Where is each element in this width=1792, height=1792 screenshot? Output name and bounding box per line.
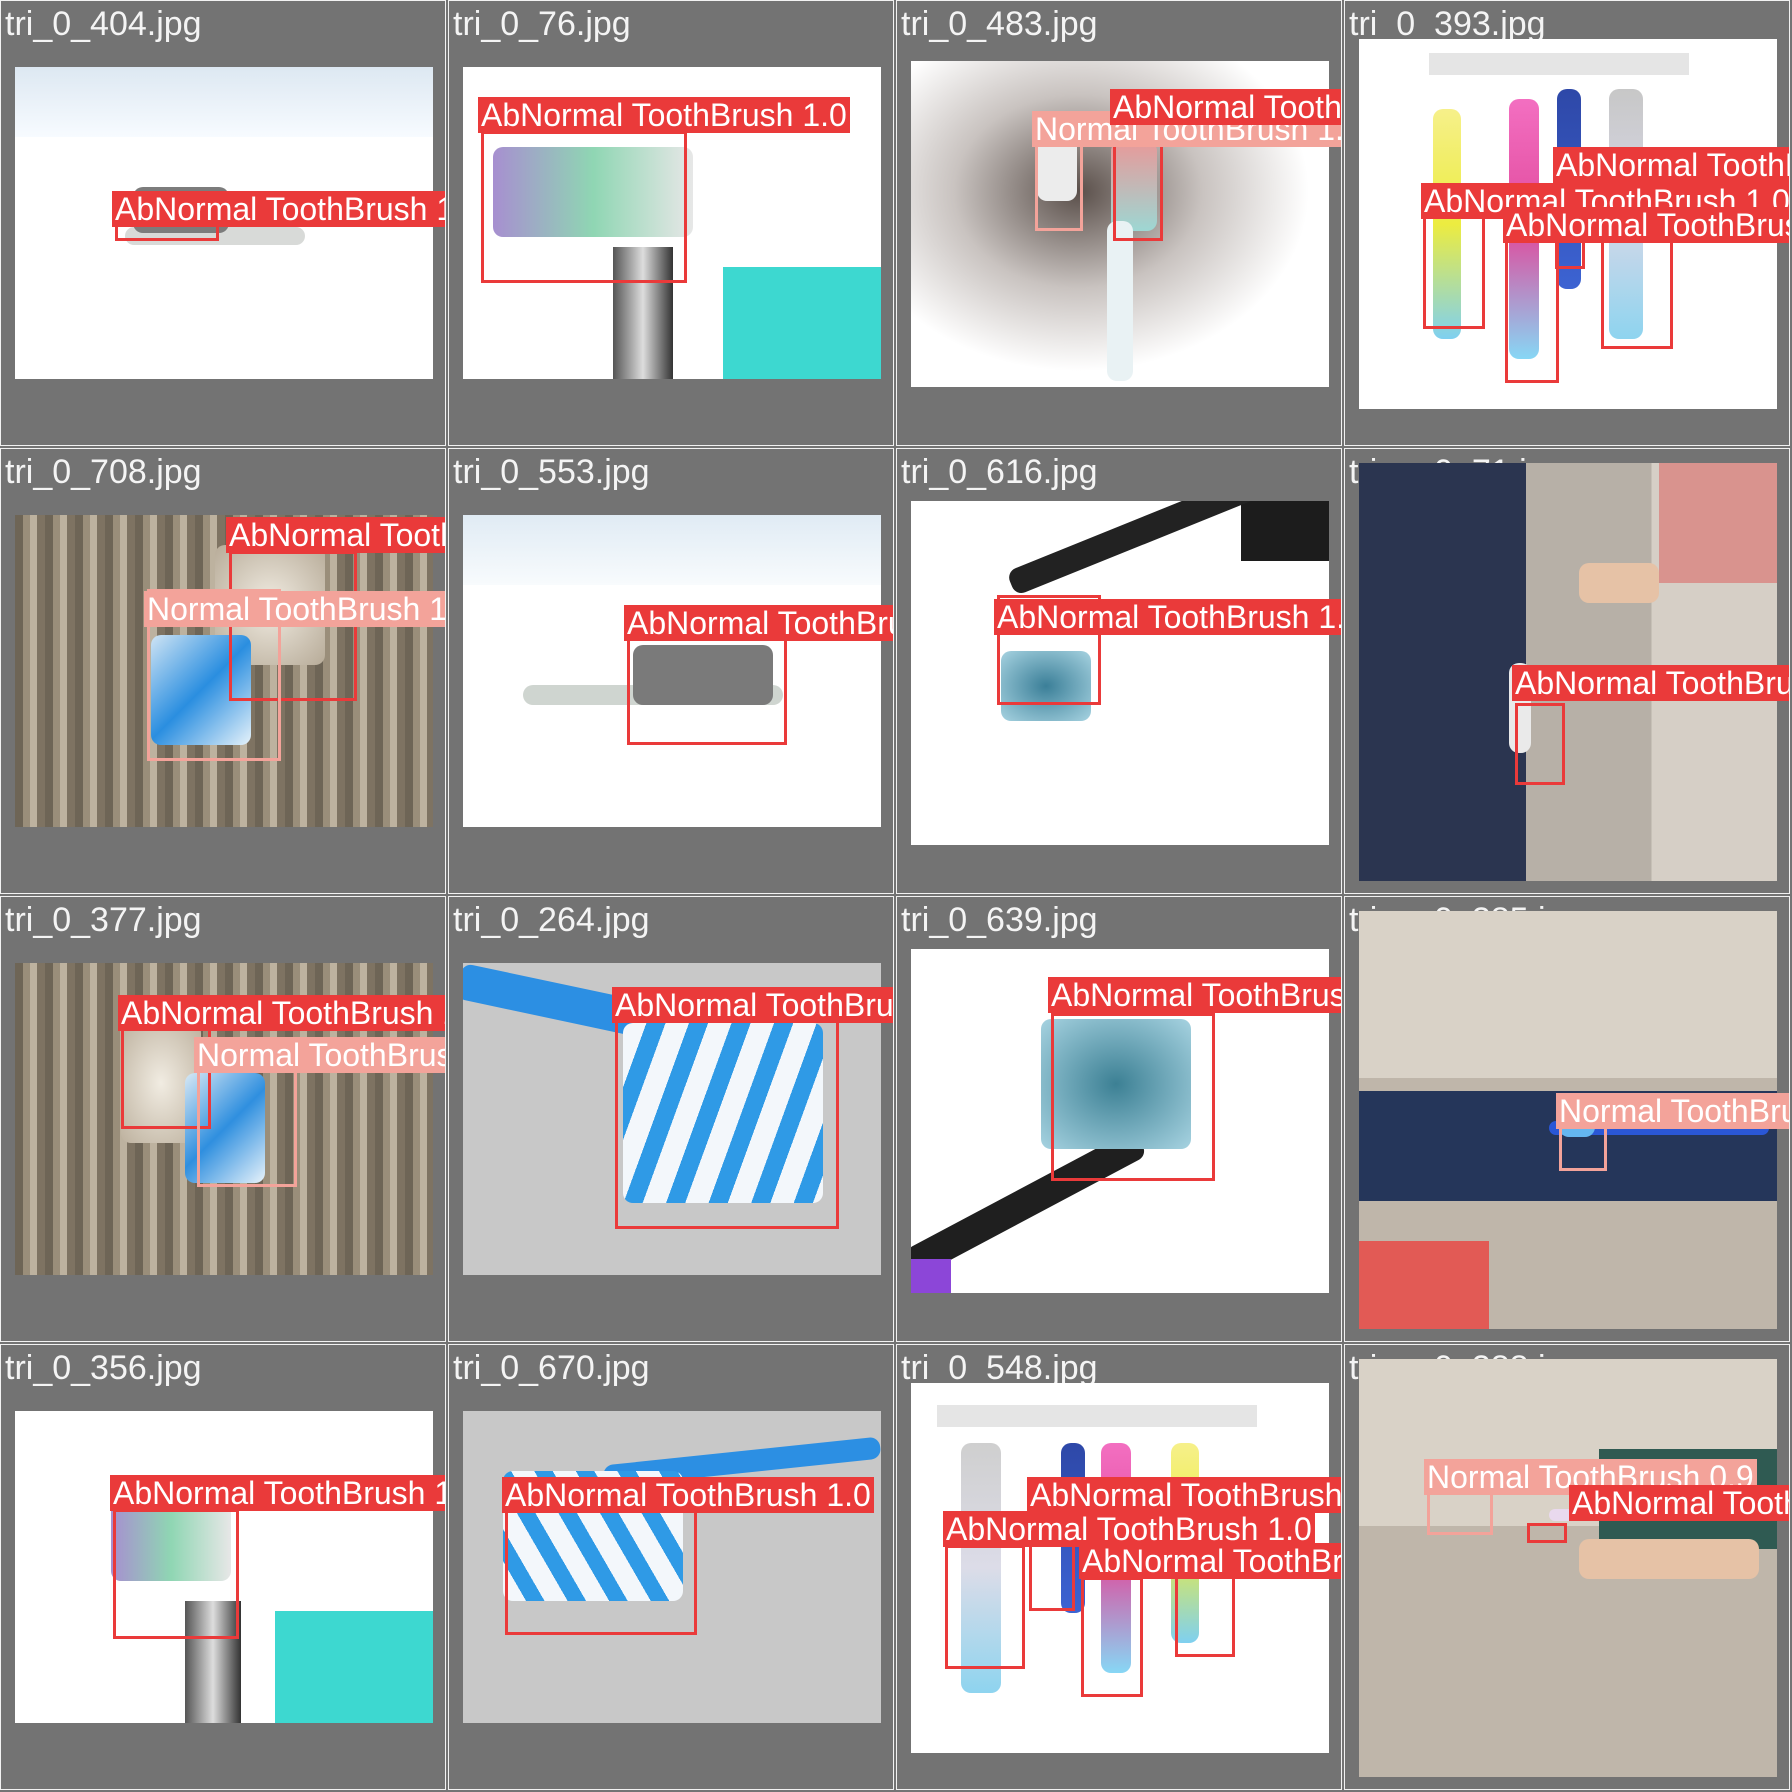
detection-label: AbNormal ToothBrush 1.0 bbox=[502, 1477, 874, 1513]
tile-filename: tri_0_708.jpg bbox=[5, 453, 202, 491]
document-header bbox=[463, 515, 881, 585]
tile: tri_0_377.jpg AbNormal ToothBrush 1.0 No… bbox=[0, 896, 446, 1342]
tile-photo bbox=[1359, 1359, 1777, 1777]
wall-panel bbox=[1659, 463, 1777, 583]
detection-label: Normal ToothBrush 1.0 bbox=[194, 1037, 445, 1073]
detection-box bbox=[1559, 1123, 1607, 1171]
detection-label: AbNormal ToothBrush 1.0 bbox=[624, 605, 893, 641]
detection-label: AbNormal ToothBrush 1.0 bbox=[478, 97, 850, 133]
hand bbox=[1579, 1539, 1759, 1579]
detection-box bbox=[481, 131, 687, 283]
tile-photo bbox=[911, 501, 1329, 845]
detection-label: Normal ToothBrush 1.0 bbox=[144, 591, 445, 627]
detection-box bbox=[615, 1019, 839, 1229]
tile: tri_0_708.jpg AbNormal ToothBrush 1.0 No… bbox=[0, 448, 446, 894]
book bbox=[275, 1611, 433, 1723]
detection-label: AbNormal ToothBrush 1.0 bbox=[994, 599, 1341, 635]
detection-box bbox=[945, 1545, 1025, 1669]
tile: tri_0_76.jpg AbNormal ToothBrush 1.0 bbox=[448, 0, 894, 446]
detection-label: AbNormal ToothBrush 1.0 bbox=[1553, 147, 1789, 183]
hand bbox=[1579, 563, 1659, 603]
tile-filename: tri_0_548.jpg bbox=[901, 1349, 1098, 1387]
detection-box bbox=[113, 1509, 239, 1639]
document-header bbox=[15, 67, 433, 137]
tile-filename: tri_0_264.jpg bbox=[453, 901, 650, 939]
tile-filename: tri_0_553.jpg bbox=[453, 453, 650, 491]
caption-text bbox=[937, 1405, 1257, 1427]
detection-label: AbNormal ToothBrush 1.0 bbox=[226, 517, 445, 553]
tile-filename: tri_0_393.jpg bbox=[1349, 5, 1546, 43]
tile: tri_0_393.jpg AbNormal ToothBrush 1.0 Ab… bbox=[1344, 0, 1790, 446]
detection-box bbox=[627, 637, 787, 745]
detection-box bbox=[1423, 213, 1485, 329]
background-object bbox=[1241, 501, 1329, 561]
tile-filename: tri_0_76.jpg bbox=[453, 5, 631, 43]
detection-label: AbNormal ToothBrush 1.0 bbox=[1503, 207, 1789, 243]
tile: tri_0_548.jpg AbNormal ToothBrush 1.0 Ab… bbox=[896, 1344, 1342, 1790]
detection-label: Normal ToothBrush 1.0 bbox=[1556, 1093, 1789, 1129]
detection-label: AbNormal ToothBrush 1.0 bbox=[118, 995, 445, 1031]
detection-box bbox=[1601, 233, 1673, 349]
tile-filename: tri_0_377.jpg bbox=[5, 901, 202, 939]
tile-filename: tri_0_356.jpg bbox=[5, 1349, 202, 1387]
detection-box bbox=[1035, 133, 1083, 231]
tile: tri_0_616.jpg AbNormal ToothBrush 1.0 bbox=[896, 448, 1342, 894]
detection-label: AbNormal ToothBrush 1.0 bbox=[943, 1511, 1315, 1547]
detection-label: AbNormal ToothBrush 1.0 bbox=[1512, 665, 1789, 701]
detection-label: AbNormal ToothBrush 1.0 bbox=[1048, 977, 1341, 1013]
tile: tri_0_639.jpg AbNormal ToothBrush 1.0 bbox=[896, 896, 1342, 1342]
tile-filename: tri_0_639.jpg bbox=[901, 901, 1098, 939]
detection-box bbox=[1515, 703, 1565, 785]
tile: tri_0_553.jpg AbNormal ToothBrush 1.0 bbox=[448, 448, 894, 894]
tile-filename: tri_0_616.jpg bbox=[901, 453, 1098, 491]
tile: tri_0_356.jpg AbNormal ToothBrush 1.0 bbox=[0, 1344, 446, 1790]
floor-object bbox=[1359, 1241, 1489, 1329]
detection-box bbox=[1427, 1491, 1493, 1535]
detection-label: AbNormal ToothBrush 1.0 bbox=[1027, 1477, 1341, 1513]
detection-label: AbNormal ToothBrush 1.0 bbox=[112, 191, 445, 227]
tile: tri_0_483.jpg Normal ToothBrush 1.0 AbNo… bbox=[896, 0, 1342, 446]
handle-grip bbox=[911, 1259, 951, 1293]
book bbox=[723, 267, 881, 379]
tile-filename: tri_0_404.jpg bbox=[5, 5, 202, 43]
detection-grid: tri_0_404.jpg AbNormal ToothBrush 1.0 tr… bbox=[0, 0, 1792, 1792]
detection-label: AbNormal ToothBrush 1.0 bbox=[1079, 1543, 1341, 1579]
detection-box bbox=[1527, 1523, 1567, 1543]
brush-handle bbox=[1107, 221, 1133, 381]
detection-label: AbNormal ToothBrush 1.0 bbox=[612, 987, 893, 1023]
detection-label: AbNormal ToothBrush 1.0 bbox=[110, 1475, 445, 1511]
detection-box bbox=[1505, 233, 1559, 383]
tile: tri_n_0_385.jpg Normal ToothBrush 1.0 bbox=[1344, 896, 1790, 1342]
detection-label: AbNormal ToothBrush 1.0 bbox=[1569, 1485, 1789, 1521]
tile-filename: tri_0_483.jpg bbox=[901, 5, 1098, 43]
tile: tri_0_670.jpg AbNormal ToothBrush 1.0 bbox=[448, 1344, 894, 1790]
tile: tri_n_0_71.jpg AbNormal ToothBrush 1.0 bbox=[1344, 448, 1790, 894]
tile: tri_n_0_388.jpg Normal ToothBrush 0.9 Ab… bbox=[1344, 1344, 1790, 1790]
caption-text bbox=[1429, 53, 1689, 75]
detection-box bbox=[1081, 1577, 1143, 1697]
tile: tri_0_264.jpg AbNormal ToothBrush 1.0 bbox=[448, 896, 894, 1342]
tile-filename: tri_0_670.jpg bbox=[453, 1349, 650, 1387]
tile: tri_0_404.jpg AbNormal ToothBrush 1.0 bbox=[0, 0, 446, 446]
detection-box bbox=[505, 1509, 697, 1635]
detection-box bbox=[1051, 1013, 1215, 1181]
detection-label: AbNormal ToothBrush 1.0 bbox=[1110, 89, 1341, 125]
